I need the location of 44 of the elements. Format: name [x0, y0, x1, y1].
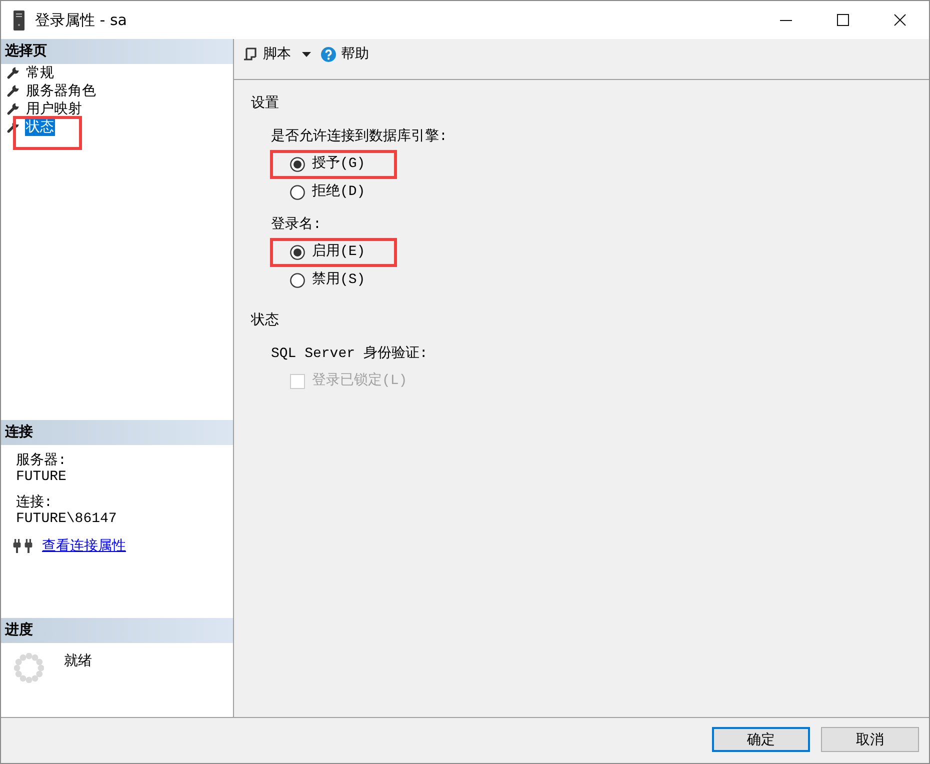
page-list-item[interactable]: 常规 [25, 64, 55, 82]
page-list-item[interactable]: 状态 [25, 118, 55, 136]
group-label: 登录名: [271, 216, 322, 235]
document-icon [243, 47, 257, 61]
status-text: 就绪 [64, 653, 92, 669]
wrench-icon [7, 85, 19, 97]
group-label: 是否允许连接到数据库引擎: [271, 127, 448, 147]
window-title: 登录属性 - sa [35, 10, 127, 30]
section-title: 状态 [251, 311, 279, 331]
field-value: FUTURE [16, 469, 66, 485]
panel-header: 连接 [1, 420, 233, 445]
option-label[interactable]: 授予(G) [312, 154, 366, 174]
radio-button[interactable] [290, 244, 305, 260]
radio-button[interactable] [290, 184, 305, 200]
caret-icon [302, 52, 311, 56]
wrench-icon [7, 103, 19, 115]
option-label[interactable]: 禁用(S) [312, 270, 366, 290]
help-icon [321, 46, 336, 62]
dialog-button[interactable]: 取消 [821, 727, 919, 752]
panel-header: 选择页 [1, 39, 233, 64]
wrench-icon [7, 67, 19, 79]
script-button[interactable]: 脚本 [242, 44, 312, 64]
option-label[interactable]: 拒绝(D) [312, 182, 366, 202]
option-label[interactable]: 启用(E) [312, 242, 366, 262]
dialog-button[interactable]: 确定 [712, 727, 810, 752]
page-list-item[interactable]: 服务器角色 [25, 82, 97, 100]
checkbox-label: 登录已锁定(L) [312, 371, 408, 391]
radio-button[interactable] [290, 272, 305, 288]
maximize-icon [836, 14, 848, 26]
spinner-icon [14, 653, 44, 683]
field-value: FUTURE\86147 [16, 511, 117, 527]
radio-button[interactable] [290, 156, 305, 172]
group-label: SQL Server 身份验证: [271, 344, 428, 364]
panel-header: 进度 [1, 618, 233, 643]
plug-icon [13, 539, 33, 553]
connection-properties-link[interactable]: 查看连接属性 [42, 537, 126, 555]
field-label: 连接: [16, 495, 52, 511]
close-icon [894, 14, 906, 26]
section-title: 设置 [251, 94, 279, 114]
help-button[interactable]: 帮助 [320, 44, 370, 64]
server-icon [13, 10, 25, 30]
page-list-item[interactable]: 用户映射 [25, 100, 83, 118]
field-label: 服务器: [16, 453, 66, 469]
wrench-icon [7, 121, 19, 133]
